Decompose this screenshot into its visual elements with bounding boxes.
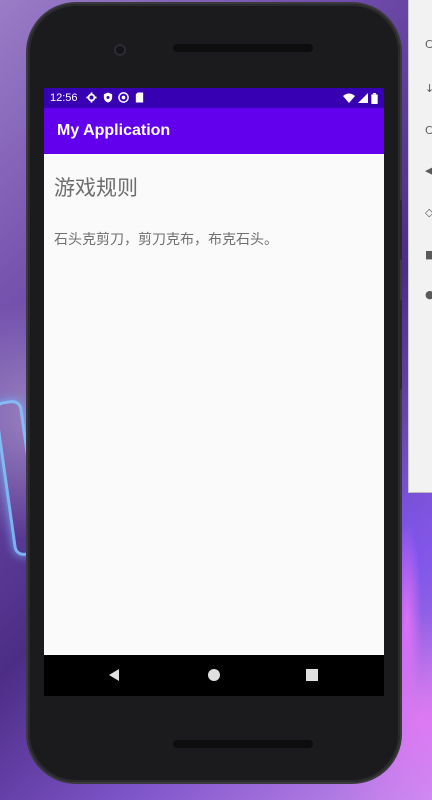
settings-gear-icon (86, 92, 98, 104)
panel-square-icon[interactable]: ■ (425, 249, 432, 260)
panel-c-icon-2[interactable]: C (425, 125, 432, 136)
shield-icon (102, 92, 114, 104)
recents-icon[interactable] (302, 665, 322, 685)
navigation-bar (44, 655, 384, 696)
phone-screen: 12:56 My Application 游戏规则 石头克剪刀，剪刀克布，布克石… (44, 88, 384, 696)
status-bar: 12:56 (44, 88, 384, 108)
panel-arrow-icon[interactable]: ↓ (425, 83, 432, 94)
panel-dot-icon[interactable]: ● (425, 289, 432, 300)
home-icon[interactable] (204, 665, 224, 685)
panel-back-icon[interactable]: ◀ (425, 165, 432, 176)
status-time: 12:56 (50, 92, 78, 104)
front-camera (114, 44, 126, 56)
back-icon[interactable] (104, 665, 124, 685)
panel-drop-icon[interactable]: ◇ (425, 207, 432, 218)
ide-side-panel: C ↓ C ◀ ◇ ■ ● (408, 0, 432, 493)
bottom-speaker (173, 740, 313, 748)
page-heading: 游戏规则 (54, 176, 138, 200)
sync-circle-icon (118, 92, 130, 104)
power-button[interactable] (398, 200, 402, 260)
desktop-background: C ↓ C ◀ ◇ ■ ● 12:56 My Application 游戏规则 … (0, 0, 432, 800)
status-right-icons (343, 92, 378, 104)
battery-icon (371, 92, 378, 104)
app-title: My Application (57, 122, 171, 139)
top-speaker (173, 44, 313, 52)
main-content: 游戏规则 石头克剪刀，剪刀克布，布克石头。 (44, 154, 384, 655)
wifi-icon (343, 93, 355, 103)
panel-c-icon[interactable]: C (425, 39, 432, 50)
rules-text: 石头克剪刀，剪刀克布，布克石头。 (54, 232, 278, 248)
volume-button[interactable] (398, 300, 402, 390)
signal-icon (358, 93, 368, 103)
sd-card-icon (134, 92, 146, 104)
app-bar: My Application (44, 108, 384, 154)
